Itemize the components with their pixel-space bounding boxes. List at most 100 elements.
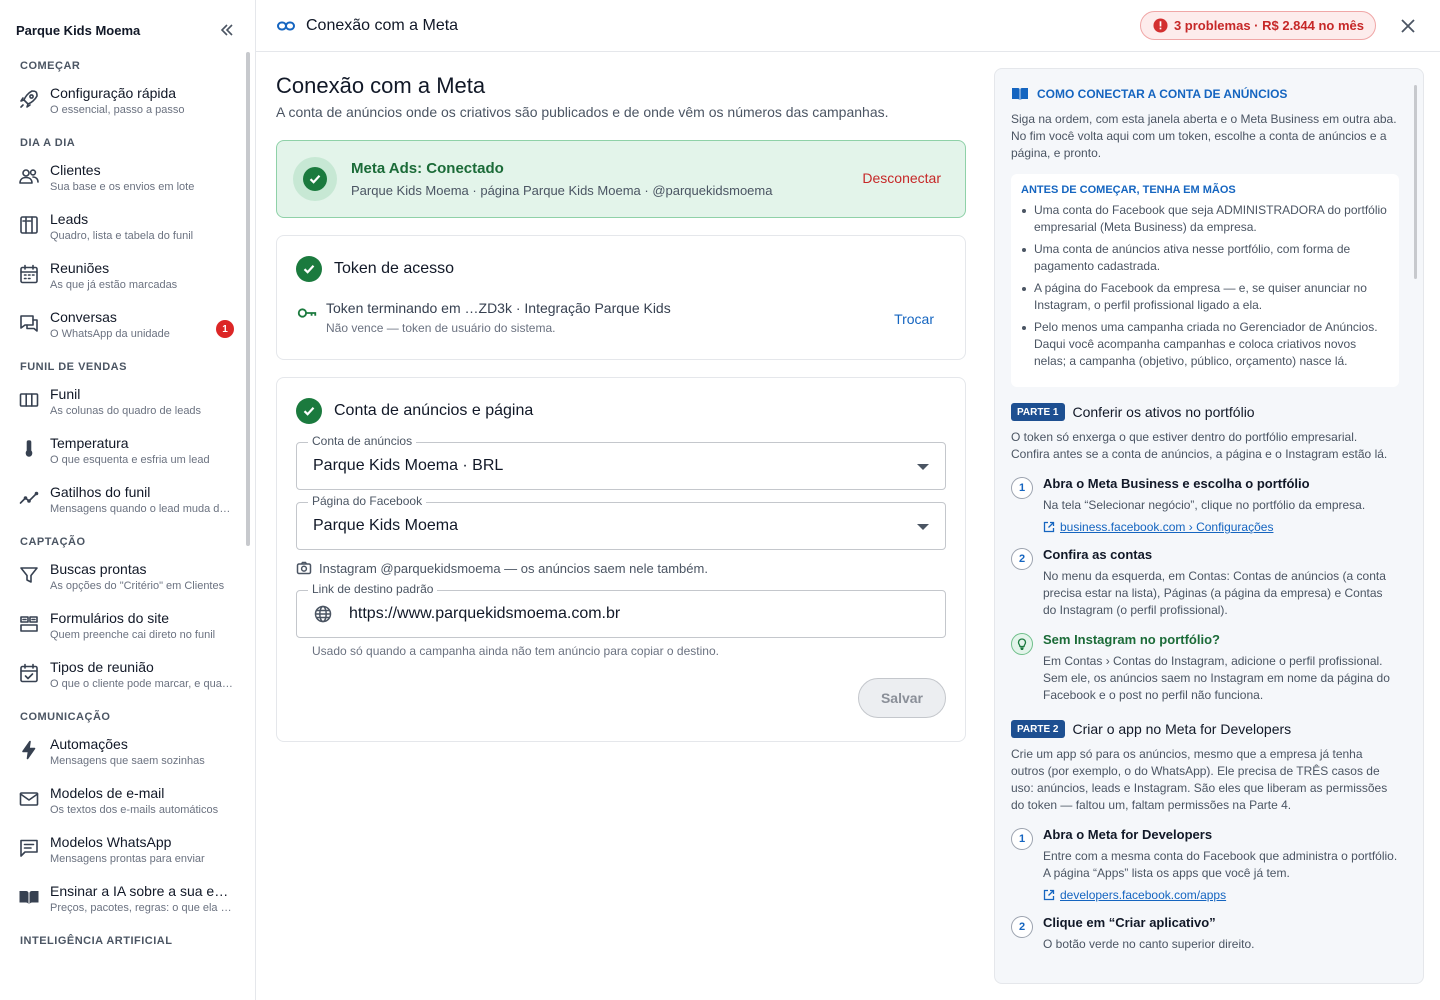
sidebar-item[interactable]: Ensinar a IA sobre a sua empresa Preços, … <box>0 878 244 927</box>
sidebar-section-label: CAPTAÇÃO <box>20 536 86 548</box>
step-body: No menu da esquerda, em Contas: Contas d… <box>1043 569 1386 617</box>
step-title: Clique em “Criar aplicativo” <box>1043 915 1216 930</box>
prerequisite-item: Pelo menos uma campanha criada no Gerenc… <box>1021 319 1387 370</box>
book-open-icon <box>1011 85 1029 103</box>
ad-account-value: Parque Kids Moema · BRL <box>313 457 504 474</box>
chevron-down-icon <box>917 464 929 470</box>
guide-part-header: PARTE 2 Criar o app no Meta for Developer… <box>1011 720 1399 738</box>
account-check-icon <box>296 398 322 424</box>
filter-icon <box>18 564 40 586</box>
guide-tip: Sem Instagram no portfólio? Em Contas › C… <box>1011 631 1399 704</box>
sidebar-item-description: As opções do "Critério" em Clientes <box>50 580 225 592</box>
form-icon <box>18 613 40 635</box>
sidebar-item[interactable]: Leads Quadro, lista e tabela do funil <box>0 206 244 255</box>
sidebar-item-description: Mensagens prontas para enviar <box>50 853 205 865</box>
guide-step: 1 Abra o Meta Business e escolha o portfó… <box>1011 475 1399 534</box>
lightbulb-icon <box>1011 633 1033 655</box>
sidebar-nav: COMEÇAR Configuração rápida O essencial, p… <box>0 52 244 955</box>
step-title: Confira as contas <box>1043 547 1153 562</box>
unread-badge: 1 <box>216 320 234 338</box>
part-description: Crie um app só para os anúncios, mesmo q… <box>1011 747 1388 812</box>
token-check-icon <box>296 256 322 282</box>
sidebar-item-label: Temperatura <box>50 435 129 451</box>
ad-account-select[interactable]: Conta de anúncios Parque Kids Moema · BR… <box>296 434 946 490</box>
sidebar-scrollbar[interactable] <box>246 52 250 546</box>
connection-status-card: Meta Ads: Conectado Parque Kids Moema · … <box>276 140 966 218</box>
step-number: 1 <box>1011 828 1033 850</box>
step-number: 2 <box>1011 548 1033 570</box>
sidebar-item[interactable]: Clientes Sua base e os envios em lote <box>0 157 244 206</box>
save-button[interactable]: Salvar <box>858 678 946 718</box>
guide-step: 2 Clique em “Criar aplicativo” O botão ver… <box>1011 914 1399 953</box>
destination-link-input[interactable]: Link de destino padrão https://www.parqu… <box>296 582 946 638</box>
chevron-down-icon <box>917 524 929 530</box>
globe-icon <box>313 604 333 624</box>
sidebar-item-label: Formulários do site <box>50 610 170 626</box>
guide-scrollbar[interactable] <box>1414 85 1417 279</box>
part-tag: PARTE 2 <box>1011 720 1065 738</box>
calendar-check-icon <box>18 662 40 684</box>
sidebar-item-description: Sua base e os envios em lote <box>50 181 195 193</box>
instagram-note-text: Instagram @parquekidsmoema — os anúncios… <box>319 560 708 576</box>
facebook-page-select[interactable]: Página do Facebook Parque Kids Moema <box>296 494 946 550</box>
calendar-icon <box>18 263 40 285</box>
sidebar-item-label: Reuniões <box>50 260 110 276</box>
prerequisites-list: Uma conta do Facebook que seja ADMINISTR… <box>1021 202 1387 370</box>
message-icon <box>18 837 40 859</box>
guide-step: 2 Confira as contas No menu da esquerda, e… <box>1011 546 1399 619</box>
sidebar-item-label: Tipos de reunião <box>50 659 154 675</box>
sidebar-item-label: Buscas prontas <box>50 561 147 577</box>
step-body: Na tela “Selecionar negócio”, clique no … <box>1043 498 1366 512</box>
sidebar-item[interactable]: Modelos de e-mail Os textos dos e-mails a… <box>0 780 244 829</box>
sidebar-item[interactable]: Tipos de reunião O que o cliente pode mar… <box>0 654 244 703</box>
step-number: 1 <box>1011 477 1033 499</box>
sidebar-item[interactable]: Formulários do site Quem preenche cai dir… <box>0 605 244 654</box>
destination-link-help: Usado só quando a campanha ainda não tem… <box>312 644 719 658</box>
prerequisite-item: Uma conta de anúncios ativa nesse portfó… <box>1021 241 1387 275</box>
sidebar-item-description: O essencial, passo a passo <box>50 104 185 116</box>
step-link[interactable]: business.facebook.com › Configurações <box>1043 520 1365 534</box>
step-body: Entre com a mesma conta do Facebook que … <box>1043 849 1398 880</box>
close-icon[interactable] <box>1398 16 1418 36</box>
sidebar-item-description: Os textos dos e-mails automáticos <box>50 804 219 816</box>
sidebar-item[interactable]: Gatilhos do funil Mensagens quando o lead… <box>0 479 244 528</box>
page-title: Conexão com a Meta <box>276 73 486 98</box>
sidebar-item-description: As que já estão marcadas <box>50 279 178 291</box>
step-link-text: business.facebook.com › Configurações <box>1060 520 1274 534</box>
key-icon <box>296 302 318 324</box>
replace-token-button[interactable]: Trocar <box>894 311 934 327</box>
connected-check-icon <box>293 157 337 201</box>
rocket-icon <box>18 88 40 110</box>
sidebar-item[interactable]: Buscas prontas As opções do "Critério" em… <box>0 556 244 605</box>
sidebar-item[interactable]: Modelos WhatsApp Mensagens prontas para e… <box>0 829 244 878</box>
sidebar-item[interactable]: Configuração rápida O essencial, passo a … <box>0 80 244 129</box>
token-card: Token de acesso Token terminando em …ZD3… <box>276 235 966 360</box>
sidebar-section-label: COMUNICAÇÃO <box>20 711 111 723</box>
disconnect-button[interactable]: Desconectar <box>862 170 941 186</box>
step-title: Sem Instagram no portfólio? <box>1043 632 1220 647</box>
sidebar-item[interactable]: Automações Mensagens que saem sozinhas <box>0 731 244 780</box>
sidebar-item[interactable]: Reuniões As que já estão marcadas <box>0 255 244 304</box>
step-link[interactable]: developers.facebook.com/apps <box>1043 888 1399 902</box>
problems-badge[interactable]: 3 problemas · R$ 2.844 no mês <box>1139 11 1376 40</box>
prerequisite-item: A página do Facebook da empresa — e, se … <box>1021 280 1387 314</box>
mail-icon <box>18 788 40 810</box>
sidebar-item[interactable]: Conversas O WhatsApp da unidade 1 <box>0 304 244 353</box>
part-description: O token só enxerga o que estiver dentro … <box>1011 430 1388 461</box>
sidebar-section-label: FUNIL DE VENDAS <box>20 361 127 373</box>
top-bar: Conexão com a Meta 3 problemas · R$ 2.84… <box>256 0 1440 52</box>
topbar-title: Conexão com a Meta <box>306 16 459 34</box>
sidebar-item[interactable]: Funil As colunas do quadro de leads <box>0 381 244 430</box>
sidebar-item-label: Configuração rápida <box>50 85 177 101</box>
token-expiry-note: Não vence — token de usuário do sistema. <box>326 321 556 335</box>
sidebar-item-description: O WhatsApp da unidade <box>50 328 170 340</box>
guide-title: COMO CONECTAR A CONTA DE ANÚNCIOS <box>1037 87 1288 101</box>
step-title: Abra o Meta for Developers <box>1043 827 1213 842</box>
part-title: Conferir os ativos no portfólio <box>1072 404 1255 420</box>
columns-icon <box>18 389 40 411</box>
collapse-sidebar-icon[interactable] <box>217 20 237 40</box>
book-icon <box>18 886 40 908</box>
step-number: 2 <box>1011 916 1033 938</box>
sidebar-item-description: Preços, pacotes, regras: o que ela preci… <box>50 902 236 914</box>
sidebar-item[interactable]: Temperatura O que esquenta e esfria um le… <box>0 430 244 479</box>
